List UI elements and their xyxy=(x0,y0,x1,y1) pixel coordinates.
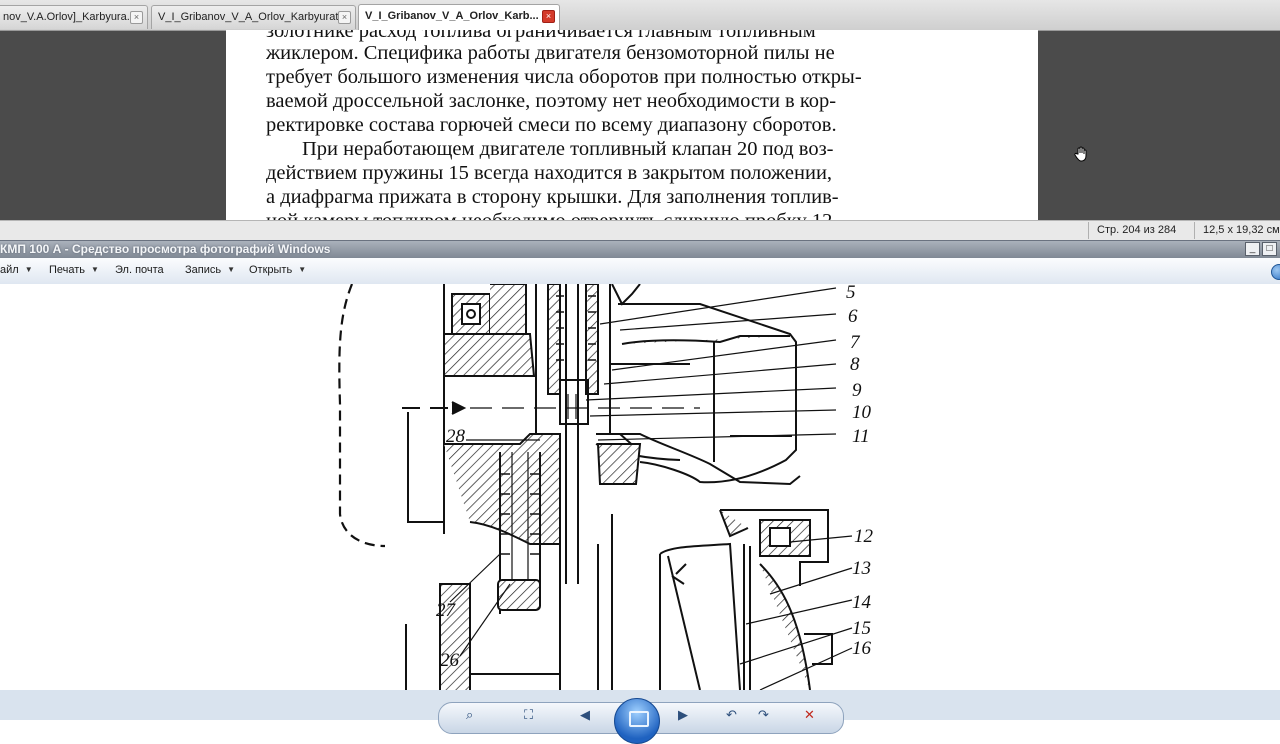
callout-8: 8 xyxy=(850,354,860,375)
maximize-button[interactable]: □ xyxy=(1262,242,1277,256)
page-text-line: требует большого изменения числа оборото… xyxy=(266,66,862,88)
close-icon[interactable]: × xyxy=(338,11,351,24)
tab-document-3-active[interactable]: V_I_Gribanov_V_A_Orlov_Karb... × xyxy=(358,4,560,30)
minimize-icon: _ xyxy=(1249,243,1256,254)
page-text-line: ректировке состава горючей смеси по всем… xyxy=(266,114,837,136)
tab-bar: nov_V.A.Orlov]_Karbyura... × V_I_Gribano… xyxy=(0,0,1280,31)
callout-27: 27 xyxy=(436,600,457,621)
menu-label: айл xyxy=(0,264,19,276)
callout-6: 6 xyxy=(848,306,858,327)
menu-burn[interactable]: Запись ▼ xyxy=(185,262,235,278)
callout-15: 15 xyxy=(852,618,871,639)
page-text-line: жиклером. Специфика работы двигателя бен… xyxy=(266,42,835,64)
slideshow-button[interactable] xyxy=(614,698,660,744)
callout-5: 5 xyxy=(846,284,856,303)
page-text-line: ной камеры топливом необходимо отвернуть… xyxy=(266,209,994,220)
page-text-line: ваемой дроссельной заслонке, поэтому нет… xyxy=(266,90,837,112)
callout-12: 12 xyxy=(854,526,874,547)
menu-label: Открыть xyxy=(249,264,293,276)
callout-14: 14 xyxy=(852,592,872,613)
chevron-down-icon: ▼ xyxy=(24,265,33,275)
page-text-line: действием пружины 15 всегда находится в … xyxy=(266,162,833,184)
minimize-button[interactable]: _ xyxy=(1245,242,1260,256)
tab-label: nov_V.A.Orlov]_Karbyura... xyxy=(3,11,136,23)
pdf-page: золотнике расход топлива ограничивается … xyxy=(226,30,1038,220)
chevron-down-icon: ▼ xyxy=(91,265,99,275)
menu-label: Печать xyxy=(49,264,86,276)
menu-open[interactable]: Открыть ▼ xyxy=(249,262,306,278)
chevron-down-icon: ▼ xyxy=(298,265,307,275)
menu-email[interactable]: Эл. почта xyxy=(115,262,164,278)
tab-label: V_I_Gribanov_V_A_Orlov_Karb... xyxy=(365,10,539,22)
tab-document-1[interactable]: nov_V.A.Orlov]_Karbyura... × xyxy=(0,5,148,29)
photo-viewer-title-bar[interactable]: КМП 100 А - Средство просмотра фотографи… xyxy=(0,240,1280,258)
page-text-line: При неработающем двигателе топливный кла… xyxy=(302,138,834,160)
window-title: КМП 100 А - Средство просмотра фотографи… xyxy=(0,242,331,256)
tab-label: V_I_Gribanov_V_A_Orlov_Karbyurat... xyxy=(158,11,348,23)
chevron-down-icon: ▼ xyxy=(227,265,236,275)
page-text-line: а диафрагма прижата в сторону крышки. Дл… xyxy=(266,186,839,208)
page-indicator[interactable]: Стр. 204 из 284 xyxy=(1088,222,1184,239)
close-icon[interactable]: × xyxy=(130,11,143,24)
hand-cursor-icon xyxy=(1074,146,1087,162)
status-bar: Стр. 204 из 284 12,5 x 19,32 см xyxy=(0,220,1280,241)
tab-document-2[interactable]: V_I_Gribanov_V_A_Orlov_Karbyurat... × xyxy=(151,5,356,29)
page-size-indicator: 12,5 x 19,32 см xyxy=(1194,222,1280,239)
menu-label: Эл. почта xyxy=(115,264,164,276)
maximize-icon: □ xyxy=(1266,243,1273,254)
close-icon[interactable]: × xyxy=(542,10,555,23)
callout-7: 7 xyxy=(850,332,861,353)
help-icon[interactable] xyxy=(1271,264,1280,280)
menu-print[interactable]: Печать ▼ xyxy=(49,262,99,278)
menu-label: Запись xyxy=(185,264,222,276)
callout-10: 10 xyxy=(852,402,872,423)
callout-16: 16 xyxy=(852,638,872,659)
image-canvas[interactable]: 5 6 7 8 9 10 11 12 13 14 15 16 26 27 28 xyxy=(0,284,1280,690)
callout-9: 9 xyxy=(852,380,862,401)
slideshow-icon xyxy=(629,711,649,727)
callout-28: 28 xyxy=(446,426,466,447)
callout-11: 11 xyxy=(852,426,870,447)
pdf-viewer-window: nov_V.A.Orlov]_Karbyura... × V_I_Gribano… xyxy=(0,0,1280,241)
photo-viewer-menu-bar: айл ▼ Печать ▼ Эл. почта Запись ▼ Открыть ▼ xyxy=(0,258,1280,285)
carburetor-diagram: 5 6 7 8 9 10 11 12 13 14 15 16 26 27 28 xyxy=(338,284,874,690)
callout-13: 13 xyxy=(852,558,871,579)
menu-file[interactable]: айл ▼ xyxy=(0,262,33,278)
callout-26: 26 xyxy=(440,650,460,671)
